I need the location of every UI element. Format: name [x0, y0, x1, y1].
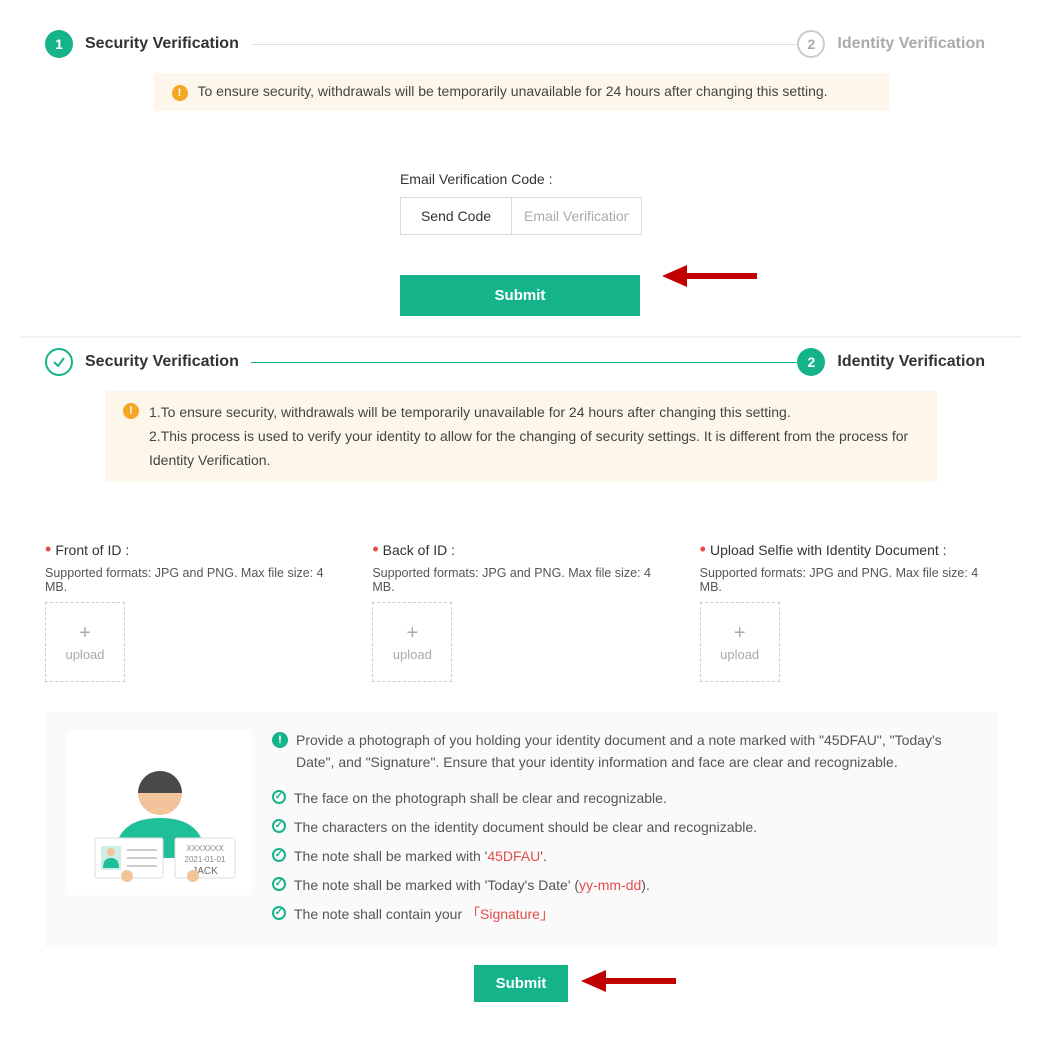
notice-2-line-1: 1.To ensure security, withdrawals will b…	[149, 401, 919, 425]
check-icon	[272, 819, 286, 833]
check-item-3: The note shall be marked with '45DFAU'.	[272, 842, 975, 871]
back-id-support: Supported formats: JPG and PNG. Max file…	[372, 566, 669, 594]
email-code-input[interactable]	[512, 197, 642, 235]
check-icon	[272, 906, 286, 920]
notice-2-line-2: 2.This process is used to verify your id…	[149, 425, 919, 473]
send-code-button[interactable]: Send Code	[400, 197, 512, 235]
svg-text:XXXXXXX: XXXXXXX	[186, 844, 224, 853]
notice-2-lines: 1.To ensure security, withdrawals will b…	[149, 401, 919, 472]
step-2-label-inactive: Identity Verification	[837, 35, 985, 53]
submit-button-1[interactable]: Submit	[400, 275, 640, 316]
red-arrow-icon	[581, 968, 676, 999]
plus-icon: +	[734, 623, 746, 643]
check-item-4: The note shall be marked with 'Today's D…	[272, 871, 975, 900]
check-icon	[272, 790, 286, 804]
upload-text: upload	[65, 647, 104, 662]
instructions-lead: ! Provide a photograph of you holding yo…	[272, 730, 975, 773]
lead-text: Provide a photograph of you holding your…	[296, 730, 975, 773]
step-1-done-label: Security Verification	[85, 353, 239, 371]
back-id-upload-col: • Back of ID : Supported formats: JPG and…	[372, 542, 669, 682]
red-arrow-icon	[662, 263, 757, 289]
upload-text: upload	[393, 647, 432, 662]
check-icon	[272, 848, 286, 862]
upload-row: • Front of ID : Supported formats: JPG an…	[45, 542, 997, 682]
selfie-support: Supported formats: JPG and PNG. Max file…	[700, 566, 997, 594]
submit-row-2: Submit	[20, 959, 1022, 1009]
step-1-label: Security Verification	[85, 35, 239, 53]
plus-icon: +	[406, 623, 418, 643]
required-dot: •	[372, 542, 378, 556]
stepper-section-1: 1 Security Verification 2 Identity Verif…	[20, 30, 1022, 58]
front-id-upload-col: • Front of ID : Supported formats: JPG an…	[45, 542, 342, 682]
front-id-support: Supported formats: JPG and PNG. Max file…	[45, 566, 342, 594]
required-dot: •	[700, 542, 706, 556]
step-1-circle: 1	[45, 30, 73, 58]
check-item-1: The face on the photograph shall be clea…	[272, 784, 975, 813]
selfie-upload-col: •Upload Selfie with Identity Document : …	[700, 542, 997, 682]
email-verification-form: Email Verification Code : Send Code Subm…	[20, 171, 1022, 316]
submit-button-2[interactable]: Submit	[474, 965, 569, 1002]
plus-icon: +	[79, 623, 91, 643]
check-icon	[272, 877, 286, 891]
selfie-illustration: XXXXXXX 2021-01-01 JACK	[67, 730, 252, 895]
front-id-upload-box[interactable]: + upload	[45, 602, 125, 682]
check-item-5: The note shall contain your 「Signature」	[272, 900, 975, 929]
back-id-upload-box[interactable]: + upload	[372, 602, 452, 682]
step-2-active-label: Identity Verification	[837, 353, 985, 371]
check-item-2: The characters on the identity document …	[272, 813, 975, 842]
stepper-line-2	[251, 362, 798, 363]
warning-icon: !	[172, 85, 188, 101]
selfie-info-panel: XXXXXXX 2021-01-01 JACK ! Provide a phot…	[45, 712, 997, 946]
step-2-circle-inactive: 2	[797, 30, 825, 58]
step-2-active-circle: 2	[797, 348, 825, 376]
selfie-label: Upload Selfie with Identity Document :	[710, 542, 947, 558]
selfie-instructions: ! Provide a photograph of you holding yo…	[272, 730, 975, 928]
step-1-done-circle	[45, 348, 73, 376]
email-code-label: Email Verification Code :	[400, 171, 642, 187]
svg-text:2021-01-01: 2021-01-01	[184, 855, 225, 864]
required-dot: •	[45, 542, 51, 556]
front-id-label: Front of ID :	[55, 542, 129, 558]
back-id-label: Back of ID :	[383, 542, 455, 558]
upload-text: upload	[720, 647, 759, 662]
notice-text: To ensure security, withdrawals will be …	[198, 83, 828, 99]
stepper-section-2: Security Verification 2 Identity Verific…	[20, 348, 1022, 376]
stepper-line-1	[251, 44, 798, 45]
info-badge-icon: !	[272, 732, 288, 748]
warning-icon: !	[123, 403, 139, 419]
security-notice-1: ! To ensure security, withdrawals will b…	[154, 73, 889, 111]
selfie-upload-box[interactable]: + upload	[700, 602, 780, 682]
security-notice-2: ! 1.To ensure security, withdrawals will…	[105, 391, 937, 482]
